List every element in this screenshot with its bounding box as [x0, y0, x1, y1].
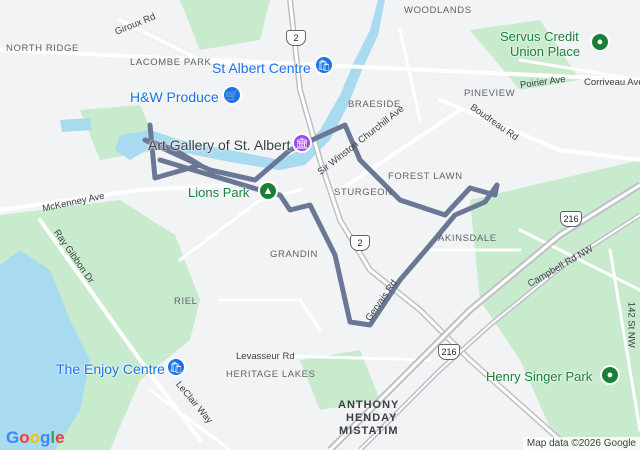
- logo-letter: o: [29, 428, 41, 447]
- area-riel: RIEL: [174, 296, 198, 307]
- map-canvas[interactable]: WOODLANDS NORTH RIDGE LACOMBE PARK BRAES…: [0, 0, 640, 450]
- map-attribution[interactable]: Map data ©2026 Google: [522, 437, 640, 450]
- tree-icon[interactable]: ▲: [258, 181, 278, 201]
- poi-servus-label-1[interactable]: Servus Credit: [500, 30, 579, 43]
- place-pin-icon[interactable]: ●: [590, 32, 610, 52]
- street-142-st: 142 St NW: [625, 301, 637, 348]
- museum-icon[interactable]: 🏛: [292, 133, 312, 153]
- area-heritage-lakes: HERITAGE LAKES: [226, 369, 316, 380]
- place-pin-icon[interactable]: ●: [600, 365, 620, 385]
- shopping-bag-icon[interactable]: 🛍: [314, 55, 334, 75]
- area-lacombe-park: LACOMBE PARK: [130, 57, 212, 68]
- poi-servus-label-2[interactable]: Union Place: [510, 45, 580, 58]
- logo-letter: o: [19, 428, 30, 447]
- area-mistatim: MISTATIM: [339, 425, 399, 437]
- poi-art-gallery-label[interactable]: Art Gallery of St. Albert: [148, 138, 290, 152]
- highway-2-shield: 2: [286, 30, 306, 46]
- area-akinsdale: AKINSDALE: [438, 233, 497, 244]
- highway-2-shield-south: 2: [350, 235, 370, 251]
- google-logo: Google: [6, 428, 65, 448]
- area-grandin: GRANDIN: [270, 249, 319, 260]
- poi-henry-singer-label[interactable]: Henry Singer Park: [486, 370, 592, 383]
- logo-letter: G: [6, 428, 20, 447]
- logo-letter: g: [40, 428, 51, 447]
- area-anthony-henday-2: HENDAY: [346, 412, 398, 424]
- area-anthony-henday: ANTHONY: [338, 399, 400, 411]
- area-woodlands: WOODLANDS: [404, 5, 472, 16]
- poi-enjoy-centre-label[interactable]: The Enjoy Centre: [56, 362, 165, 376]
- poi-lions-park-label[interactable]: Lions Park: [188, 186, 249, 199]
- logo-letter: e: [55, 428, 65, 447]
- poi-st-albert-centre-label[interactable]: St Albert Centre: [212, 61, 311, 75]
- street-levasseur: Levasseur Rd: [236, 351, 295, 362]
- area-forest-lawn: FOREST LAWN: [388, 171, 463, 182]
- shopping-cart-icon[interactable]: 🛒: [222, 85, 242, 105]
- area-sturgeon: STURGEON: [334, 187, 393, 198]
- shopping-bag-icon[interactable]: 🛍: [166, 357, 186, 377]
- area-north-ridge: NORTH RIDGE: [6, 43, 79, 54]
- poi-hw-produce-label[interactable]: H&W Produce: [130, 90, 219, 104]
- highway-216-shield: 216: [560, 211, 582, 227]
- street-corriveau: Corriveau Ave: [584, 77, 640, 88]
- area-pineview: PINEVIEW: [464, 88, 516, 99]
- highway-216-shield-south: 216: [438, 344, 460, 360]
